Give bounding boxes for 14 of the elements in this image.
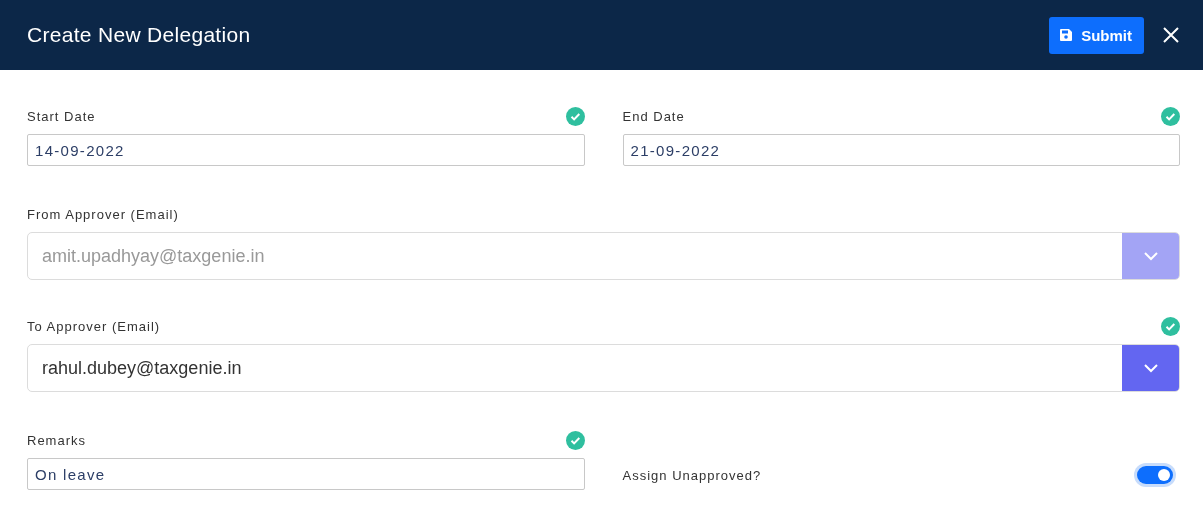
toggle-label: Assign Unapproved? [622,467,762,483]
field-label: From Approver (Email) [27,206,179,222]
field-label: To Approver (Email) [27,318,161,334]
field-label: End Date [622,108,685,124]
date-field[interactable]: 21-09-2022 [622,134,1180,166]
field-label: Start Date [27,108,96,124]
remarks-field[interactable]: On leave [27,458,585,490]
toggle-switch[interactable] [1137,466,1173,484]
close-icon[interactable] [1162,26,1180,44]
field-label: Remarks [27,432,86,448]
date-field[interactable]: 14-09-2022 [27,134,585,166]
dialog-title: Create New Delegation [27,23,251,47]
submit-button[interactable]: Submit [1049,16,1144,54]
save-icon [1059,28,1074,42]
